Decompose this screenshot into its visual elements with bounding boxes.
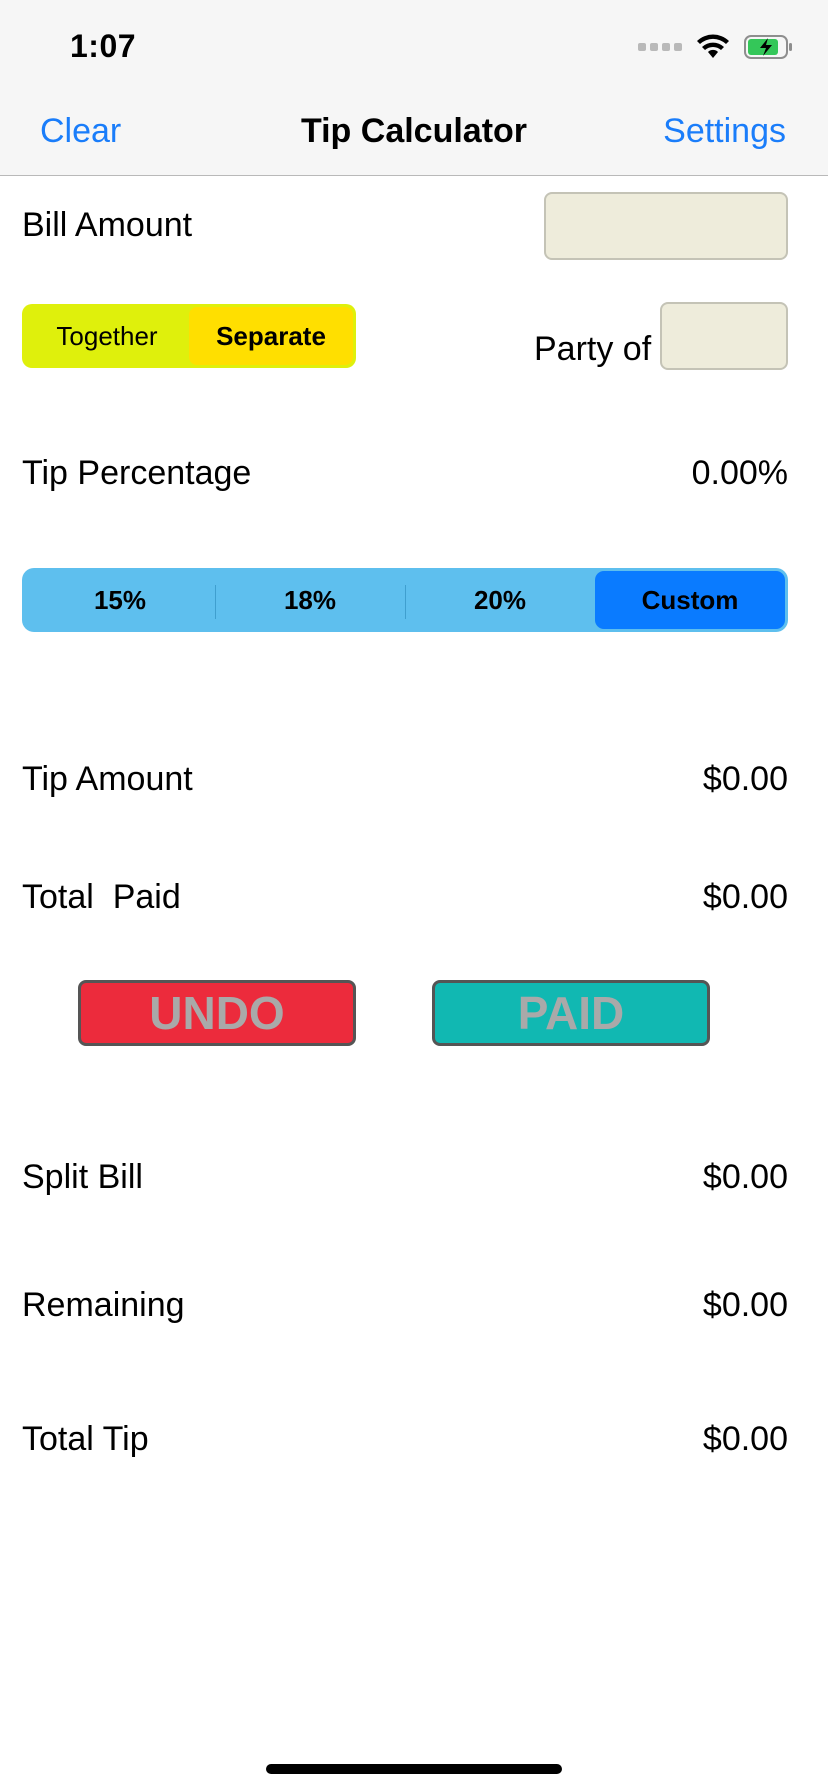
tip-percentage-value: 0.00%	[691, 454, 788, 492]
segment-15-percent[interactable]: 15%	[25, 571, 215, 629]
bill-amount-input[interactable]	[544, 192, 788, 260]
wifi-icon	[696, 34, 730, 60]
party-size-input[interactable]	[660, 302, 788, 370]
battery-charging-icon	[744, 34, 794, 60]
segment-separate[interactable]: Separate	[189, 307, 353, 365]
tip-amount-label: Tip Amount	[22, 760, 193, 798]
cellular-signal-icon	[638, 43, 682, 51]
home-indicator[interactable]	[266, 1764, 562, 1774]
clear-button[interactable]: Clear	[40, 112, 121, 151]
top-bar: 1:07 Clear Tip Calculator Settings	[0, 0, 828, 176]
undo-button[interactable]: UNDO	[78, 980, 356, 1046]
total-paid-label: Total Paid	[22, 878, 181, 916]
segment-18-percent[interactable]: 18%	[215, 571, 405, 629]
tip-amount-value: $0.00	[702, 760, 788, 798]
settings-button[interactable]: Settings	[663, 112, 786, 151]
party-of-label: Party of	[534, 330, 652, 368]
total-paid-value: $0.00	[702, 878, 788, 916]
status-time: 1:07	[70, 28, 137, 64]
segment-20-percent[interactable]: 20%	[405, 571, 595, 629]
split-mode-segmented-control: Together Separate	[22, 304, 356, 368]
segment-custom[interactable]: Custom	[595, 571, 785, 629]
segment-together[interactable]: Together	[25, 307, 189, 365]
paid-button[interactable]: PAID	[432, 980, 710, 1046]
page-title: Tip Calculator	[300, 112, 528, 150]
remaining-label: Remaining	[22, 1286, 185, 1324]
tip-percentage-segmented-control: 15% 18% 20% Custom	[22, 568, 788, 632]
tip-calculator-screen: 1:07 Clear Tip Calculator Settings Bill …	[0, 0, 828, 1792]
tip-percentage-label: Tip Percentage	[22, 454, 252, 492]
remaining-value: $0.00	[702, 1286, 788, 1324]
split-bill-value: $0.00	[702, 1158, 788, 1196]
bill-amount-label: Bill Amount	[22, 206, 193, 244]
total-tip-label: Total Tip	[22, 1420, 149, 1458]
split-bill-label: Split Bill	[22, 1158, 143, 1196]
total-tip-value: $0.00	[702, 1420, 788, 1458]
status-icons	[638, 34, 794, 60]
